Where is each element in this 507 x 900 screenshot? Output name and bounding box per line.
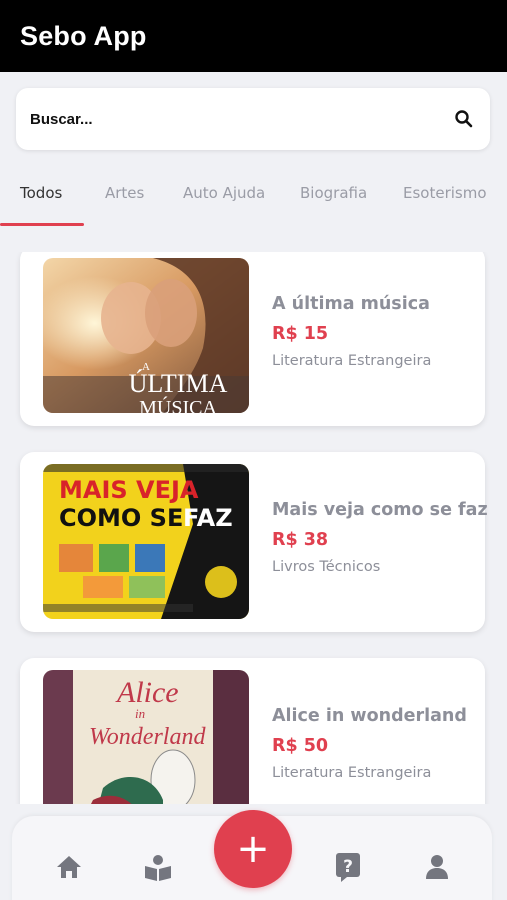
book-card[interactable]: MAIS VEJA COMO SE FAZ Mais veja como se … (20, 452, 488, 632)
tab-artes[interactable]: Artes (105, 184, 144, 202)
svg-text:?: ? (343, 857, 353, 877)
book-category: Literatura Estrangeira (272, 353, 432, 369)
book-price: R$ 15 (272, 324, 329, 344)
book-category: Livros Técnicos (272, 559, 381, 575)
book-category: Literatura Estrangeira (272, 765, 432, 781)
book-title: Mais veja como se faz (272, 500, 488, 520)
app-header: Sebo App (0, 0, 507, 72)
cover-title-text: FAZ (183, 504, 233, 532)
cover-title-text: COMO SE (59, 504, 183, 532)
home-icon[interactable] (55, 854, 83, 880)
user-icon[interactable] (425, 854, 449, 880)
add-book-button[interactable]: + (214, 810, 292, 888)
tab-biografia[interactable]: Biografia (300, 184, 367, 202)
book-cover[interactable]: Alice in Wonderland (43, 670, 249, 804)
add-icon: + (236, 826, 270, 872)
book-title: Alice in wonderland (272, 706, 467, 726)
category-tabs: Todos Artes Auto Ajuda Biografia Esoteri… (0, 170, 507, 226)
book-reader-icon[interactable] (143, 854, 173, 882)
search-icon[interactable] (454, 109, 474, 129)
tab-auto-ajuda[interactable]: Auto Ajuda (183, 184, 265, 202)
app-title: Sebo App (20, 20, 147, 51)
book-cover[interactable]: MAIS VEJA COMO SE FAZ (43, 464, 249, 619)
cover-title-text: MÚSICA (139, 395, 217, 413)
book-card[interactable]: Alice in Wonderland Alice in wonderland … (20, 658, 485, 804)
question-icon[interactable]: ? (335, 852, 361, 882)
cover-title-text: Wonderland (89, 724, 206, 750)
book-price: R$ 50 (272, 736, 329, 756)
book-title: A última música (272, 294, 430, 314)
cover-title-text: MAIS VEJA (59, 476, 199, 504)
search-input[interactable] (30, 110, 430, 128)
book-card[interactable]: A ÚLTIMA MÚSICA A última música R$ 15 Li… (20, 252, 485, 426)
tab-todos[interactable]: Todos (20, 184, 62, 202)
active-tab-indicator (0, 223, 84, 226)
book-list: A ÚLTIMA MÚSICA A última música R$ 15 Li… (0, 252, 507, 804)
book-price: R$ 38 (272, 530, 329, 550)
search-bar[interactable] (16, 88, 490, 150)
book-cover[interactable]: A ÚLTIMA MÚSICA (43, 258, 249, 413)
tab-esoterismo[interactable]: Esoterismo (403, 184, 487, 202)
cover-title-text: in (135, 706, 145, 721)
cover-title-text: Alice (115, 676, 179, 709)
cover-title-text: ÚLTIMA (129, 369, 228, 398)
